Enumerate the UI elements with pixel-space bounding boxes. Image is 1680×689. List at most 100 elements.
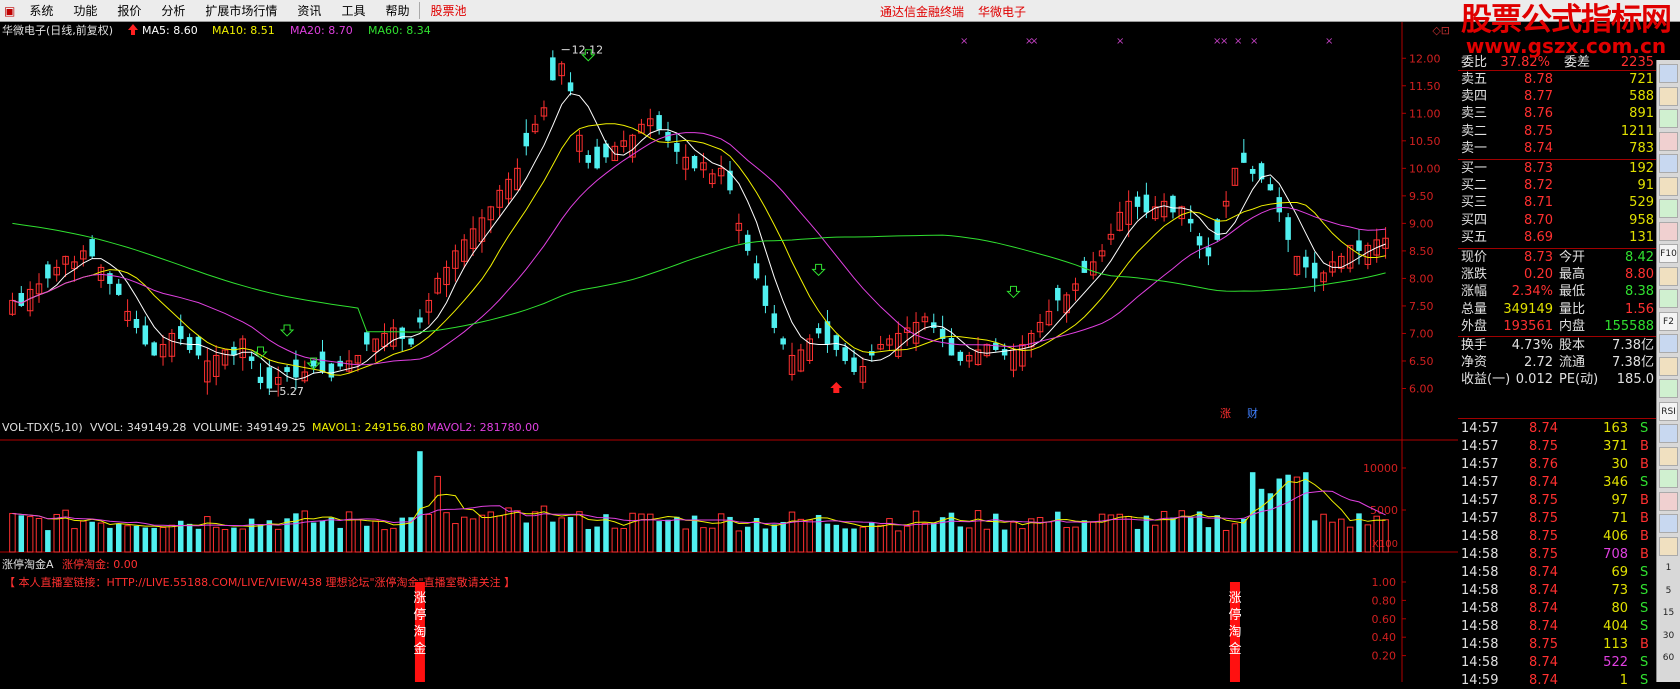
volume-bar-up [974,510,982,553]
menu-item-6[interactable]: 工具 [331,2,375,19]
toolbar-tool-icon[interactable] [1659,334,1678,353]
toolbar-tool-icon[interactable] [1659,356,1678,376]
toolbar-tool-icon[interactable] [1659,536,1678,556]
price-tick-label: 6.50 [1409,355,1434,368]
menu-item-4[interactable]: 扩展市场行情 [195,2,287,19]
toolbar-tool-icon[interactable] [1659,221,1678,241]
volume-bar-up [1346,526,1354,553]
candle-down [1143,194,1150,213]
stat-row: 涨跌 0.20 最高 8.80 [1458,266,1656,283]
tick-volume: 97 [1611,493,1628,508]
menu-item-5[interactable]: 资讯 [287,2,331,19]
toolbar-tool-icon[interactable] [1659,199,1678,218]
volume-bar-up [1125,515,1132,553]
candle-down [115,283,122,295]
toolbar-tool-icon[interactable] [1659,446,1678,466]
limit-up-signal-text: 涨 [1228,591,1241,606]
bid-row: 买一 8.73 192 [1458,160,1656,177]
volume-bar-up [390,527,397,553]
ma60-line [12,222,1386,333]
volume-bar-down [833,524,840,552]
toolbar-tool-icon[interactable] [1659,176,1678,196]
candle-down [762,285,769,306]
volume-bar-down [869,522,875,552]
toolbar-button-60[interactable]: 60 [1659,649,1678,668]
tag-finance: 财 [1247,406,1258,420]
toolbar-tool-icon[interactable] [1659,491,1678,511]
volume-bar-down [1214,515,1220,552]
candle-down [691,155,698,169]
indicator-tick-label: 0.20 [1372,650,1397,663]
volume-bar-down [656,521,662,552]
volume-bar-up [124,525,131,553]
candle-down [1356,240,1362,251]
volume-bar-up [735,530,743,553]
info-value: 4.73% [1511,338,1553,353]
toolbar-tool-icon[interactable] [1659,64,1678,83]
candle-down [45,264,51,279]
tick-volume: 346 [1603,475,1628,490]
volume-bar-up [443,512,450,553]
menu-item-7[interactable]: 帮助 [375,2,419,19]
toolbar-tool-icon[interactable] [1659,424,1678,443]
toolbar-tool-icon[interactable] [1659,469,1678,488]
toolbar-tool-icon[interactable] [1659,154,1678,173]
tick-time: 14:58 [1461,655,1499,670]
volume-bar-up [806,519,813,553]
toolbar-button-rsi[interactable]: RSI [1659,401,1678,421]
volume-bar-down [665,519,671,552]
bid-row: 买四 8.70 958 [1458,212,1656,229]
toolbar-tool-icon[interactable] [1659,131,1678,151]
tick-row: 14:57 8.76 30 B [1458,456,1656,473]
info-value-2: 7.38亿 [1612,355,1654,371]
mavol2-line [12,490,1386,527]
limit-up-signal-text: 停 [1228,607,1241,623]
volume-bar-down [1311,520,1318,552]
volume-bar-up [301,510,309,553]
candle-down [1303,256,1309,268]
toolbar-tool-icon[interactable] [1659,109,1678,128]
volume-bar-down [1081,520,1088,552]
menu-item-1[interactable]: 功能 [63,2,107,19]
toolbar-button-f2[interactable]: F2 [1659,311,1678,331]
candle-down [771,313,778,328]
tick-price: 8.75 [1529,547,1558,562]
kline-chart[interactable]: 12.00 11.50 11.00 10.50 10.00 9.50 9.00 8.50 8.0… [0,22,1458,682]
stat-row: 外盘 193561 内盘 155588 [1458,318,1656,335]
ask-row: 卖一 8.74 783 [1458,140,1656,157]
volume-bar-down [1258,488,1265,552]
toolbar-tool-icon[interactable] [1659,86,1678,106]
menu-item-stock-pool[interactable]: 股票池 [419,2,476,19]
toolbar-tool-icon[interactable] [1659,514,1678,533]
candle-down [417,317,423,323]
candle-down [231,346,237,356]
toolbar-button-30[interactable]: 30 [1659,627,1678,646]
menu-item-2[interactable]: 报价 [107,2,151,19]
toolbar-tool-icon[interactable] [1659,266,1678,286]
toolbar-button-1[interactable]: 1 [1659,559,1678,578]
ma-label-0: MA5: 8.60 [142,24,198,37]
stat-value-2: 1.56 [1625,301,1654,317]
info-label: 换手 [1461,338,1488,353]
candle-down [1196,236,1203,246]
toolbar-tool-icon[interactable] [1659,289,1678,308]
candle-down [1267,184,1274,191]
bid-volume: 529 [1629,195,1654,211]
volume-title: VOL-TDX(5,10) [2,421,83,434]
volume-bar-down [284,518,290,552]
toolbar-button-5[interactable]: 5 [1659,582,1678,601]
toolbar-tool-icon[interactable] [1659,379,1678,398]
right-toolbar: F10 F2 RSI 1 5 15 30 60 [1656,60,1680,682]
tick-time: 14:58 [1461,601,1499,616]
toolbar-button-f10[interactable]: F10 [1659,244,1678,263]
stat-value: 193561 [1503,318,1553,334]
volume-bar-up [1329,521,1336,553]
candle-down [523,132,529,147]
app-logo-icon[interactable]: ▣ [0,4,19,18]
menu-item-0[interactable]: 系统 [19,2,63,19]
down-signal-icon [253,346,268,359]
menu-item-3[interactable]: 分析 [151,2,195,19]
info-value: 2.72 [1524,355,1553,371]
toolbar-button-15[interactable]: 15 [1659,604,1678,623]
candle-down [178,326,184,339]
